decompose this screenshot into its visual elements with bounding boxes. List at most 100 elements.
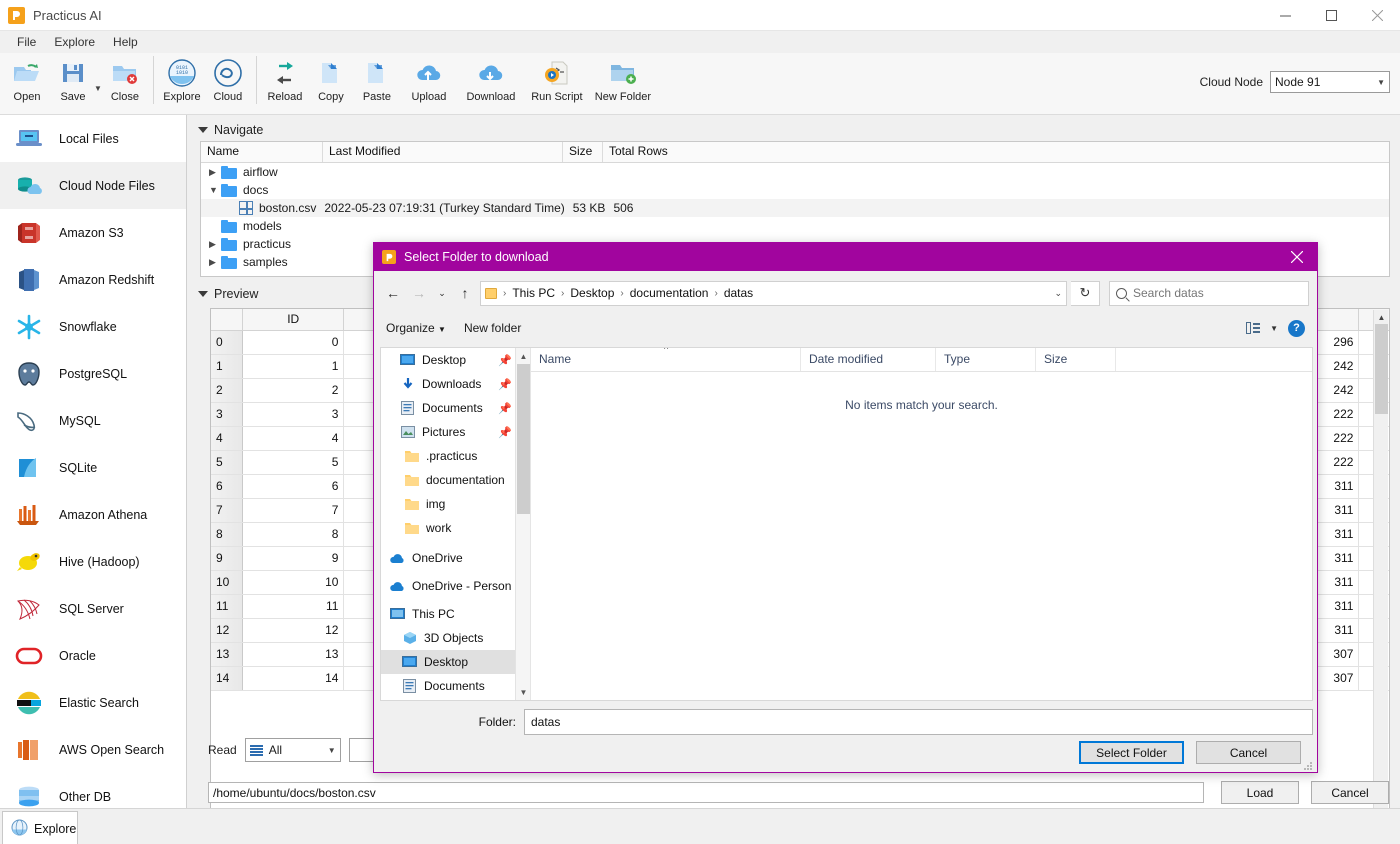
cell-id[interactable]: 0 xyxy=(242,330,344,354)
sidebar-item-sql-server[interactable]: SQL Server xyxy=(0,585,186,632)
load-button[interactable]: Load xyxy=(1221,781,1299,804)
dialog-cancel-button[interactable]: Cancel xyxy=(1196,741,1301,764)
tab-explore[interactable]: Explore xyxy=(2,811,78,844)
dialog-file-list[interactable]: Name ^ Date modified Type Size No items … xyxy=(531,348,1312,700)
nav-item-documents-thispc[interactable]: Documents xyxy=(381,674,530,698)
expander-right-icon[interactable]: ▶ xyxy=(209,257,221,268)
navigate-header-last-modified[interactable]: Last Modified xyxy=(323,142,563,162)
cell-id[interactable]: 9 xyxy=(242,546,344,570)
toolbar-paste-button[interactable]: Paste xyxy=(354,53,400,111)
sidebar-item-local-files[interactable]: Local Files xyxy=(0,115,186,162)
sidebar-item-sqlite[interactable]: SQLite xyxy=(0,444,186,491)
sidebar-item-amazon-redshift[interactable]: Amazon Redshift xyxy=(0,256,186,303)
maximize-icon[interactable] xyxy=(1308,0,1354,31)
menu-explore[interactable]: Explore xyxy=(45,33,104,51)
collapse-triangle-icon[interactable] xyxy=(198,291,208,297)
file-path-input[interactable]: /home/ubuntu/docs/boston.csv xyxy=(208,782,1204,803)
sidebar-item-snowflake[interactable]: Snowflake xyxy=(0,303,186,350)
nav-item-practicus-folder[interactable]: .practicus xyxy=(381,444,530,468)
navigate-header-total-rows[interactable]: Total Rows xyxy=(603,142,1389,162)
dialog-close-icon[interactable] xyxy=(1277,243,1317,271)
pin-icon[interactable]: 📌 xyxy=(498,354,512,367)
forward-icon[interactable]: → xyxy=(408,282,430,304)
scroll-down-icon[interactable]: ▼ xyxy=(516,684,531,700)
new-folder-button[interactable]: New folder xyxy=(464,321,521,335)
address-breadcrumb-bar[interactable]: › This PC › Desktop › documentation › da… xyxy=(480,281,1067,306)
vertical-scroll-thumb[interactable] xyxy=(1375,324,1388,414)
nav-item-img-folder[interactable]: img xyxy=(381,492,530,516)
folder-name-input[interactable]: datas xyxy=(524,709,1313,735)
refresh-icon[interactable]: ↻ xyxy=(1071,281,1100,306)
nav-item-documentation-folder[interactable]: documentation xyxy=(381,468,530,492)
data-source-sidebar[interactable]: Local Files Cloud Node Files Amazon S3 A… xyxy=(0,115,187,808)
cell-id[interactable]: 12 xyxy=(242,618,344,642)
cancel-button[interactable]: Cancel xyxy=(1311,781,1389,804)
toolbar-download-button[interactable]: Download xyxy=(458,53,524,111)
nav-scroll-thumb[interactable] xyxy=(517,364,530,514)
nav-item-this-pc[interactable]: This PC xyxy=(381,602,530,626)
breadcrumb-desktop[interactable]: Desktop xyxy=(570,286,614,300)
toolbar-open-button[interactable]: Open xyxy=(4,53,50,111)
minimize-icon[interactable] xyxy=(1262,0,1308,31)
cell-id[interactable]: 14 xyxy=(242,666,344,690)
cell-id[interactable]: 13 xyxy=(242,642,344,666)
navigate-section-header[interactable]: Navigate xyxy=(188,115,1400,143)
resize-grip-icon[interactable] xyxy=(1304,760,1314,770)
navigate-row-boston-csv[interactable]: boston.csv 2022-05-23 07:19:31 (Turkey S… xyxy=(201,199,1389,217)
cell-id[interactable]: 5 xyxy=(242,450,344,474)
cloud-node-dropdown[interactable]: Node 91 ▼ xyxy=(1270,71,1390,93)
collapse-triangle-icon[interactable] xyxy=(198,127,208,133)
expander-right-icon[interactable]: ▶ xyxy=(209,239,221,250)
recent-locations-icon[interactable]: ⌄ xyxy=(434,282,450,304)
read-mode-dropdown[interactable]: All ▼ xyxy=(245,738,341,762)
menu-file[interactable]: File xyxy=(8,33,45,51)
pin-icon[interactable]: 📌 xyxy=(498,402,512,415)
nav-item-pictures[interactable]: Pictures 📌 xyxy=(381,420,530,444)
cell-id[interactable]: 3 xyxy=(242,402,344,426)
sidebar-item-aws-open-search[interactable]: AWS Open Search xyxy=(0,726,186,773)
file-header-name[interactable]: Name ^ xyxy=(531,348,801,371)
navigate-header-name[interactable]: Name xyxy=(201,142,323,162)
sidebar-item-other-db[interactable]: Other DB xyxy=(0,773,186,808)
scroll-up-icon[interactable]: ▲ xyxy=(1374,310,1389,324)
expander-down-icon[interactable]: ▼ xyxy=(209,185,221,195)
nav-item-onedrive[interactable]: OneDrive xyxy=(381,546,530,570)
pin-icon[interactable]: 📌 xyxy=(498,426,512,439)
preview-vertical-scrollbar[interactable]: ▲ ▼ xyxy=(1373,310,1388,841)
nav-item-work-folder[interactable]: work xyxy=(381,516,530,540)
view-layout-icon[interactable] xyxy=(1246,322,1260,334)
sidebar-item-cloud-node-files[interactable]: Cloud Node Files xyxy=(0,162,186,209)
cell-id[interactable]: 10 xyxy=(242,570,344,594)
breadcrumb-documentation[interactable]: documentation xyxy=(630,286,709,300)
sidebar-item-mysql[interactable]: MySQL xyxy=(0,397,186,444)
navigate-row-docs[interactable]: ▼ docs xyxy=(201,181,1389,199)
breadcrumb-this-pc[interactable]: This PC xyxy=(512,286,555,300)
cell-id[interactable]: 2 xyxy=(242,378,344,402)
back-icon[interactable]: ← xyxy=(382,282,404,304)
sidebar-item-oracle[interactable]: Oracle xyxy=(0,632,186,679)
sidebar-item-hive-hadoop[interactable]: Hive (Hadoop) xyxy=(0,538,186,585)
organize-button[interactable]: Organize ▼ xyxy=(386,321,446,335)
scroll-up-icon[interactable]: ▲ xyxy=(516,348,531,364)
cell-id[interactable]: 11 xyxy=(242,594,344,618)
view-chevron-down-icon[interactable]: ▼ xyxy=(1270,324,1278,333)
chevron-down-icon[interactable]: ⌄ xyxy=(1054,288,1062,299)
file-header-type[interactable]: Type xyxy=(936,348,1036,371)
nav-item-desktop-selected[interactable]: Desktop xyxy=(381,650,530,674)
cell-id[interactable]: 7 xyxy=(242,498,344,522)
toolbar-upload-button[interactable]: Upload xyxy=(400,53,458,111)
search-input[interactable]: Search datas xyxy=(1109,281,1309,306)
menu-help[interactable]: Help xyxy=(104,33,147,51)
navigate-header-size[interactable]: Size xyxy=(563,142,603,162)
nav-item-onedrive-personal[interactable]: OneDrive - Person xyxy=(381,574,530,598)
toolbar-new-folder-button[interactable]: New Folder xyxy=(590,53,656,111)
nav-item-desktop-quick[interactable]: Desktop 📌 xyxy=(381,348,530,372)
preview-section-header[interactable]: Preview xyxy=(198,287,258,301)
file-header-date-modified[interactable]: Date modified xyxy=(801,348,936,371)
nav-item-3d-objects[interactable]: 3D Objects xyxy=(381,626,530,650)
expander-right-icon[interactable]: ▶ xyxy=(209,167,221,178)
pin-icon[interactable]: 📌 xyxy=(498,378,512,391)
cell-id[interactable]: 6 xyxy=(242,474,344,498)
nav-pane-scrollbar[interactable]: ▲ ▼ xyxy=(515,348,530,700)
sidebar-item-amazon-s3[interactable]: Amazon S3 xyxy=(0,209,186,256)
